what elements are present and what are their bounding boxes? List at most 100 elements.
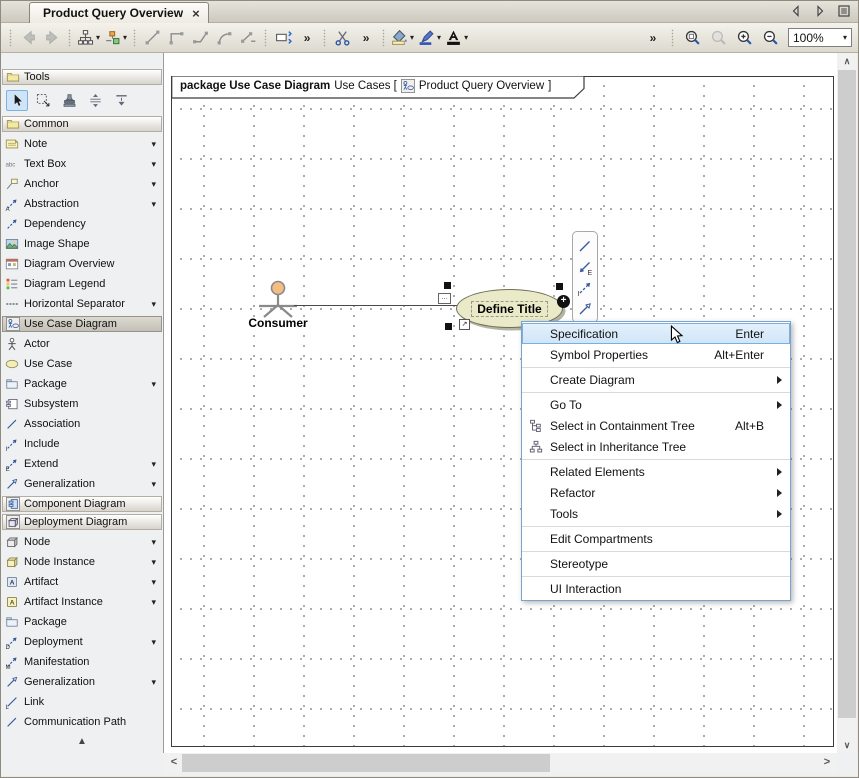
compartments-button[interactable]: …: [438, 293, 451, 304]
palette-item-node[interactable]: Node▾: [1, 532, 163, 552]
draw-generalization-icon[interactable]: [577, 301, 593, 317]
forward-button[interactable]: [40, 26, 64, 50]
menu-item-select-in-inheritance-tree[interactable]: Select in Inheritance Tree: [522, 436, 790, 457]
palette-item-generalization[interactable]: Generalization▾: [1, 672, 163, 692]
palette-item-package[interactable]: Package: [1, 612, 163, 632]
font-color-button[interactable]: ▾: [443, 26, 470, 50]
palette-item-horizontal-separator[interactable]: Horizontal Separator▾: [1, 294, 163, 314]
horizontal-scrollbar-thumb[interactable]: [182, 754, 550, 772]
palette-item-node-instance[interactable]: Node Instance▾: [1, 552, 163, 572]
palette-item-use-case[interactable]: Use Case: [1, 354, 163, 374]
display-related-button[interactable]: ▾: [102, 26, 129, 50]
menu-item-symbol-properties[interactable]: Symbol PropertiesAlt+Enter: [522, 344, 790, 365]
palette-item-subsystem[interactable]: Subsystem: [1, 394, 163, 414]
menu-item-ui-interaction[interactable]: UI Interaction: [522, 578, 790, 599]
scroll-down-icon[interactable]: ∨: [837, 737, 857, 753]
navigate-icon[interactable]: ↗: [459, 319, 470, 330]
palette-item-generalization[interactable]: Generalization▾: [1, 474, 163, 494]
palette-item-note[interactable]: Note▾: [1, 134, 163, 154]
scroll-left-icon[interactable]: <: [166, 753, 182, 773]
palette-section-deployment-diagram[interactable]: Deployment Diagram: [2, 514, 162, 530]
tab-list-icon[interactable]: [836, 3, 852, 19]
menu-item-edit-compartments[interactable]: Edit Compartments: [522, 528, 790, 549]
palette-item-text-box[interactable]: abcText Box▾: [1, 154, 163, 174]
menu-item-refactor[interactable]: Refactor: [522, 482, 790, 503]
association-line[interactable]: [294, 305, 457, 306]
palette-section-use-case-diagram[interactable]: Use Case Diagram: [2, 316, 162, 332]
palette-item-package[interactable]: Package▾: [1, 374, 163, 394]
zoom-100-button[interactable]: [706, 26, 730, 50]
selection-handle[interactable]: [445, 323, 452, 330]
palette-item-artifact[interactable]: AArtifact▾: [1, 572, 163, 592]
menu-item-specification[interactable]: SpecificationEnter: [522, 323, 790, 344]
palette-item-dependency[interactable]: Dependency: [1, 214, 163, 234]
draw-include-icon[interactable]: I: [577, 280, 593, 296]
menu-item-stereotype[interactable]: Stereotype: [522, 553, 790, 574]
menu-item-tools[interactable]: Tools: [522, 503, 790, 524]
palette-item-diagram-overview[interactable]: Diagram Overview: [1, 254, 163, 274]
scroll-tabs-right-icon[interactable]: [812, 3, 828, 19]
zoom-out-button[interactable]: [758, 26, 782, 50]
rectilinear-path-button[interactable]: [164, 26, 188, 50]
scroll-right-icon[interactable]: >: [819, 753, 835, 773]
align-tool[interactable]: [110, 90, 132, 111]
horizontal-scrollbar[interactable]: < >: [164, 753, 837, 773]
draw-association-icon[interactable]: [577, 238, 593, 254]
palette-item-abstraction[interactable]: AAbstraction▾: [1, 194, 163, 214]
palette-item-artifact-instance[interactable]: AArtifact Instance▾: [1, 592, 163, 612]
tab-product-query-overview[interactable]: Product Query Overview ×: [29, 2, 209, 23]
back-button[interactable]: [16, 26, 40, 50]
close-tab-icon[interactable]: ×: [192, 6, 200, 21]
cut-button[interactable]: [330, 26, 354, 50]
menu-item-related-elements[interactable]: Related Elements: [522, 461, 790, 482]
marquee-tool[interactable]: [32, 90, 54, 111]
clipboard-overflow-button[interactable]: »: [354, 26, 378, 50]
zoom-in-button[interactable]: [732, 26, 756, 50]
sticky-tool[interactable]: [58, 90, 80, 111]
vertical-spread-tool[interactable]: [84, 90, 106, 111]
palette-item-link[interactable]: LLink: [1, 692, 163, 712]
fill-color-button[interactable]: ▾: [389, 26, 416, 50]
palette-item-manifestation[interactable]: MManifestation: [1, 652, 163, 672]
menu-item-label: Symbol Properties: [550, 348, 648, 362]
curved-path-button[interactable]: [212, 26, 236, 50]
palette-item-include[interactable]: IInclude: [1, 434, 163, 454]
add-related-button[interactable]: +: [557, 295, 570, 308]
menu-item-create-diagram[interactable]: Create Diagram: [522, 369, 790, 390]
submenu-arrow-icon: [777, 510, 782, 518]
palette-item-actor[interactable]: Actor: [1, 334, 163, 354]
zoom-fit-button[interactable]: [680, 26, 704, 50]
vertical-scrollbar-thumb[interactable]: [838, 70, 856, 718]
actor-consumer[interactable]: [248, 279, 308, 321]
palette-item-diagram-legend[interactable]: Diagram Legend: [1, 274, 163, 294]
oblique-break-path-button[interactable]: [236, 26, 260, 50]
palette-item-anchor[interactable]: Anchor▾: [1, 174, 163, 194]
palette-item-extend[interactable]: EExtend▾: [1, 454, 163, 474]
palette-item-image-shape[interactable]: Image Shape: [1, 234, 163, 254]
pen-color-button[interactable]: ▾: [416, 26, 443, 50]
palette-section-common[interactable]: Common: [2, 116, 162, 132]
oblique-path-button[interactable]: [140, 26, 164, 50]
bent-path-button[interactable]: [188, 26, 212, 50]
toolbar-overflow-button[interactable]: »: [641, 26, 665, 50]
menu-item-go-to[interactable]: Go To: [522, 394, 790, 415]
draw-extend-icon[interactable]: E: [577, 259, 593, 275]
scroll-up-icon[interactable]: ∧: [837, 53, 857, 69]
palette-item-association[interactable]: Association: [1, 414, 163, 434]
resize-overflow-button[interactable]: »: [295, 26, 319, 50]
selection-handle[interactable]: [444, 282, 451, 289]
zoom-level-select[interactable]: 100%▾: [788, 28, 852, 47]
palette-item-communication-path[interactable]: Communication Path: [1, 712, 163, 732]
autosize-button[interactable]: [271, 26, 295, 50]
palette-section-component-diagram[interactable]: Component Diagram: [2, 496, 162, 512]
diagram-canvas[interactable]: package Use Case Diagram Use Cases [ Pro…: [164, 53, 837, 753]
menu-item-select-in-containment-tree[interactable]: Select in Containment TreeAlt+B: [522, 415, 790, 436]
palette-collapse-button[interactable]: ▲: [1, 736, 163, 747]
palette-section-tools[interactable]: Tools: [2, 69, 162, 85]
select-tool[interactable]: [6, 90, 28, 111]
selection-handle[interactable]: [556, 283, 563, 290]
vertical-scrollbar[interactable]: ∧ ∨: [837, 53, 857, 753]
palette-item-deployment[interactable]: DDeployment▾: [1, 632, 163, 652]
scroll-tabs-left-icon[interactable]: [788, 3, 804, 19]
layout-button[interactable]: ▾: [75, 26, 102, 50]
